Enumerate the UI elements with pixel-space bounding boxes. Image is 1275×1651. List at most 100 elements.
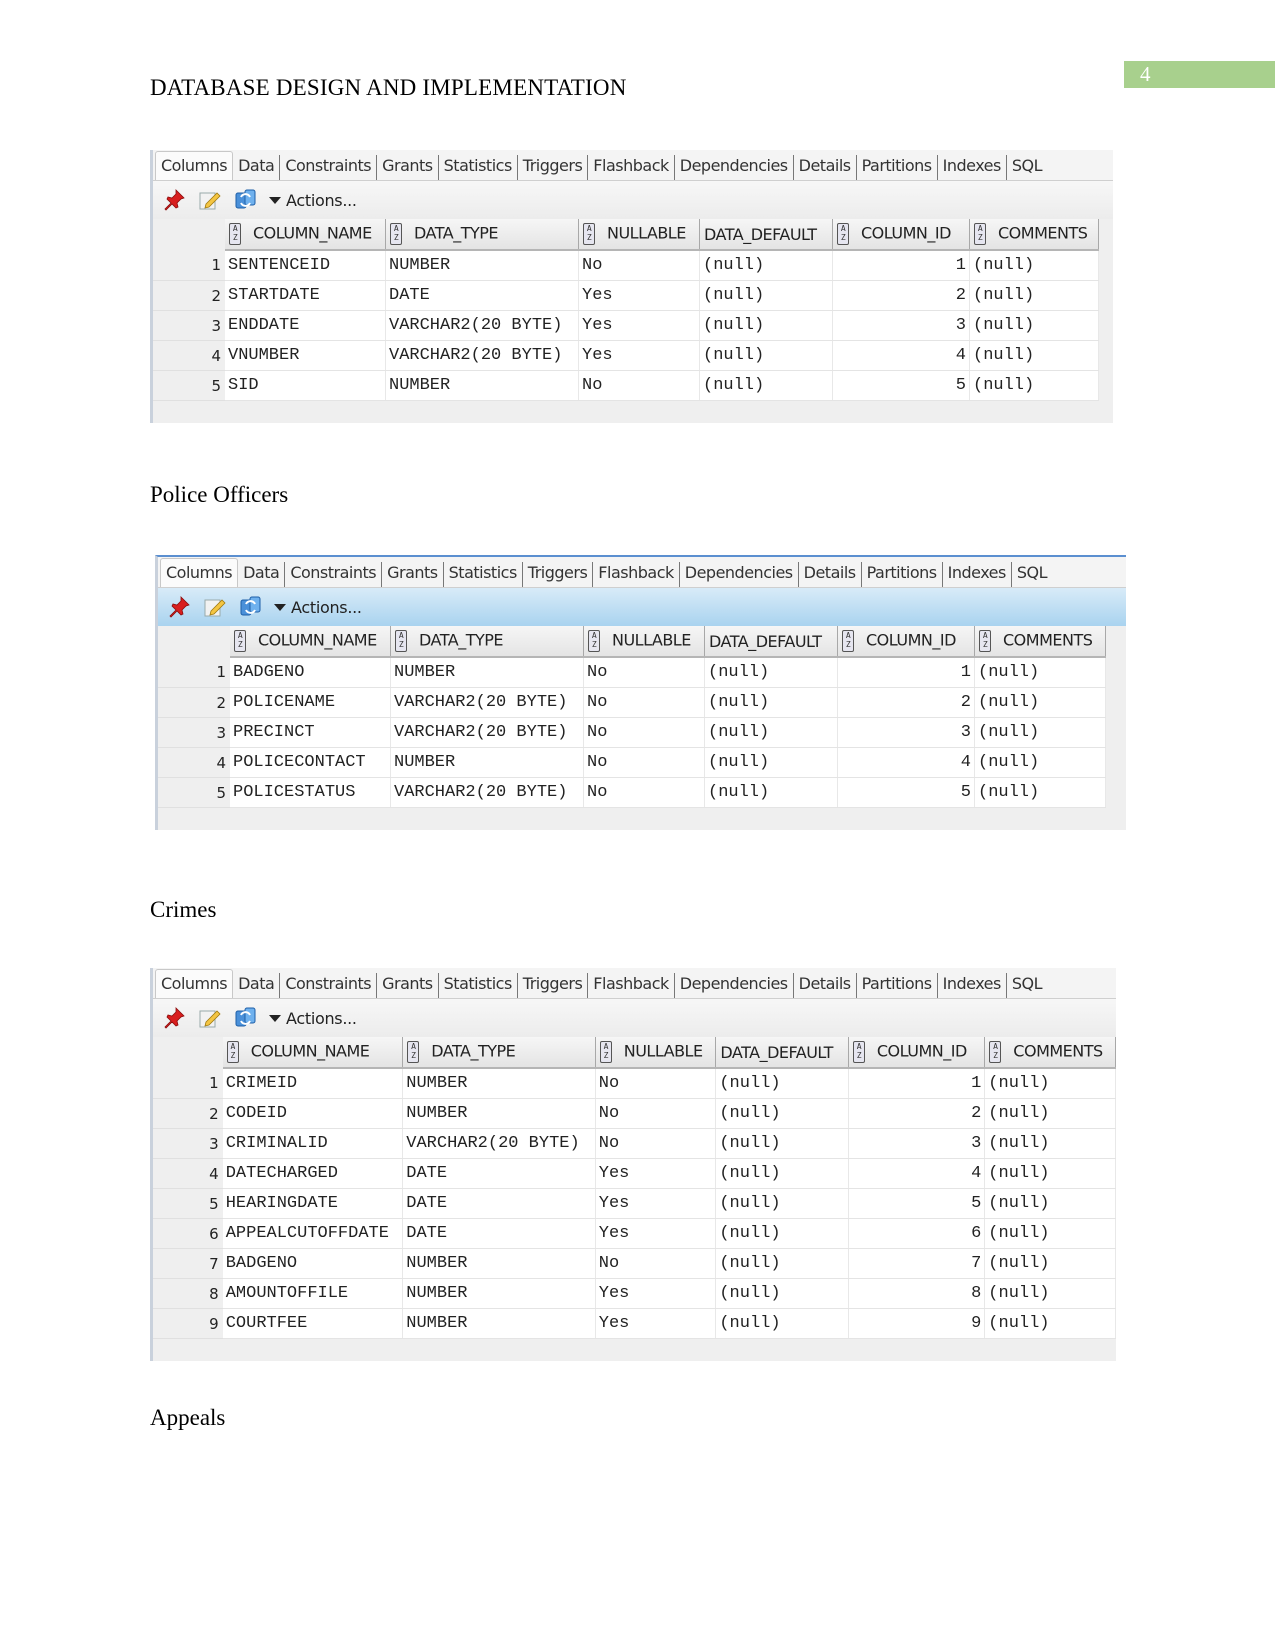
cell-comments[interactable]: (null) — [974, 717, 1106, 748]
table-row[interactable]: 2 CODEID NUMBER No (null) 2 (null) — [153, 1098, 1116, 1129]
table-row[interactable]: 3 CRIMINALID VARCHAR2(20 BYTE) No (null) 3 (nu… — [153, 1128, 1116, 1159]
table-row[interactable]: 2 STARTDATE DATE Yes (null) 2 (null) — [153, 280, 1099, 311]
tab-dependencies[interactable]: Dependencies — [678, 562, 798, 587]
tab-dependencies[interactable]: Dependencies — [673, 973, 793, 998]
table-row[interactable]: 4 POLICECONTACT NUMBER No (null) 4 (null) — [158, 747, 1106, 778]
cell-data-type[interactable]: VARCHAR2(20 BYTE) — [390, 777, 584, 808]
cell-column-name[interactable]: BADGENO — [222, 1248, 404, 1279]
sort-az-icon[interactable]: AZ — [407, 1041, 420, 1063]
tab-grants[interactable]: Grants — [381, 562, 443, 587]
tab-triggers[interactable]: Triggers — [521, 562, 593, 587]
tab-partitions[interactable]: Partitions — [855, 973, 937, 998]
table-row[interactable]: 1 BADGENO NUMBER No (null) 1 (null) — [158, 657, 1106, 688]
tab-columns[interactable]: Columns — [155, 151, 234, 180]
sort-az-icon[interactable]: AZ — [989, 1041, 1002, 1063]
cell-nullable[interactable]: Yes — [595, 1188, 717, 1219]
cell-data-type[interactable]: NUMBER — [390, 747, 584, 778]
edit-icon[interactable] — [202, 594, 228, 620]
cell-column-name[interactable]: VNUMBER — [225, 340, 386, 371]
cell-data-type[interactable]: DATE — [385, 280, 579, 311]
refresh-icon[interactable] — [238, 594, 264, 620]
tab-grants[interactable]: Grants — [376, 155, 438, 180]
cell-data-type[interactable]: DATE — [402, 1218, 596, 1249]
column-header-data-type[interactable]: A Z DATA_TYPE — [390, 626, 584, 658]
sort-az-icon[interactable]: AZ — [234, 630, 246, 652]
cell-column-name[interactable]: CRIMINALID — [222, 1128, 404, 1159]
table-row[interactable]: 5 HEARINGDATE DATE Yes (null) 5 (null) — [153, 1188, 1116, 1219]
sort-az-icon[interactable]: AZ — [229, 223, 241, 245]
refresh-icon[interactable] — [233, 1005, 259, 1031]
cell-data-type[interactable]: DATE — [402, 1158, 596, 1189]
cell-data-type[interactable]: NUMBER — [385, 370, 579, 401]
sort-az-icon[interactable]: AZ — [390, 223, 402, 245]
cell-column-name[interactable]: HEARINGDATE — [222, 1188, 404, 1219]
cell-data-type[interactable]: VARCHAR2(20 BYTE) — [390, 687, 584, 718]
edit-icon[interactable] — [197, 187, 223, 213]
tab-statistics[interactable]: Statistics — [437, 973, 517, 998]
cell-nullable[interactable]: No — [595, 1128, 717, 1159]
table-row[interactable]: 7 BADGENO NUMBER No (null) 7 (null) — [153, 1248, 1116, 1279]
tab-details[interactable]: Details — [797, 562, 861, 587]
cell-data-default[interactable]: (null) — [715, 1308, 849, 1339]
sort-az-icon[interactable]: AZ — [226, 1041, 239, 1063]
cell-column-id[interactable]: 3 — [832, 310, 970, 341]
table-row[interactable]: 1 CRIMEID NUMBER No (null) 1 (null) — [153, 1068, 1116, 1099]
cell-column-id[interactable]: 6 — [848, 1218, 986, 1249]
cell-data-default[interactable]: (null) — [704, 717, 838, 748]
cell-comments[interactable]: (null) — [969, 250, 1099, 281]
column-header-comments[interactable]: A Z COMMENTS — [969, 219, 1099, 251]
sort-az-icon[interactable]: AZ — [588, 630, 600, 652]
tab-sql[interactable]: SQL — [1005, 155, 1047, 180]
cell-column-id[interactable]: 2 — [848, 1098, 986, 1129]
cell-column-name[interactable]: STARTDATE — [225, 280, 386, 311]
cell-comments[interactable]: (null) — [984, 1278, 1116, 1309]
cell-column-name[interactable]: SID — [225, 370, 386, 401]
cell-comments[interactable]: (null) — [969, 340, 1099, 371]
cell-nullable[interactable]: No — [583, 657, 705, 688]
cell-column-name[interactable]: ENDDATE — [225, 310, 386, 341]
column-header-nullable[interactable]: A Z NULLABLE — [583, 626, 705, 658]
cell-column-id[interactable]: 8 — [848, 1278, 986, 1309]
cell-data-default[interactable]: (null) — [704, 687, 838, 718]
column-header-nullable[interactable]: A Z NULLABLE — [578, 219, 700, 251]
tab-flashback[interactable]: Flashback — [592, 562, 678, 587]
cell-column-name[interactable]: APPEALCUTOFFDATE — [222, 1218, 404, 1249]
cell-nullable[interactable]: No — [595, 1098, 717, 1129]
column-header-column-name[interactable]: A Z COLUMN_NAME — [222, 1037, 404, 1069]
cell-column-name[interactable]: AMOUNTOFFILE — [222, 1278, 404, 1309]
tab-indexes[interactable]: Indexes — [936, 973, 1006, 998]
sort-az-icon[interactable]: AZ — [395, 630, 407, 652]
cell-data-default[interactable]: (null) — [699, 340, 833, 371]
cell-column-id[interactable]: 5 — [832, 370, 970, 401]
cell-data-default[interactable]: (null) — [699, 370, 833, 401]
cell-data-default[interactable]: (null) — [699, 250, 833, 281]
cell-column-name[interactable]: POLICENAME — [230, 687, 391, 718]
tab-details[interactable]: Details — [792, 155, 856, 180]
pin-icon[interactable] — [166, 594, 192, 620]
cell-comments[interactable]: (null) — [974, 657, 1106, 688]
cell-comments[interactable]: (null) — [974, 687, 1106, 718]
cell-column-id[interactable]: 5 — [848, 1188, 986, 1219]
table-row[interactable]: 8 AMOUNTOFFILE NUMBER Yes (null) 8 (null) — [153, 1278, 1116, 1309]
tab-statistics[interactable]: Statistics — [442, 562, 522, 587]
cell-column-name[interactable]: CODEID — [222, 1098, 404, 1129]
cell-data-default[interactable]: (null) — [715, 1158, 849, 1189]
table-row[interactable]: 6 APPEALCUTOFFDATE DATE Yes (null) 6 (null) — [153, 1218, 1116, 1249]
cell-comments[interactable]: (null) — [984, 1128, 1116, 1159]
tab-triggers[interactable]: Triggers — [516, 973, 588, 998]
tab-columns[interactable]: Columns — [160, 558, 239, 587]
cell-column-id[interactable]: 1 — [832, 250, 970, 281]
cell-nullable[interactable]: Yes — [578, 310, 700, 341]
cell-comments[interactable]: (null) — [969, 370, 1099, 401]
cell-nullable[interactable]: No — [583, 717, 705, 748]
cell-comments[interactable]: (null) — [984, 1158, 1116, 1189]
cell-comments[interactable]: (null) — [969, 280, 1099, 311]
tab-data[interactable]: Data — [233, 973, 279, 998]
cell-nullable[interactable]: Yes — [578, 340, 700, 371]
tab-indexes[interactable]: Indexes — [941, 562, 1011, 587]
cell-data-default[interactable]: (null) — [715, 1098, 849, 1129]
tab-statistics[interactable]: Statistics — [437, 155, 517, 180]
cell-nullable[interactable]: No — [583, 747, 705, 778]
cell-nullable[interactable]: No — [583, 777, 705, 808]
table-row[interactable]: 5 POLICESTATUS VARCHAR2(20 BYTE) No (null) 5(… — [158, 777, 1106, 808]
